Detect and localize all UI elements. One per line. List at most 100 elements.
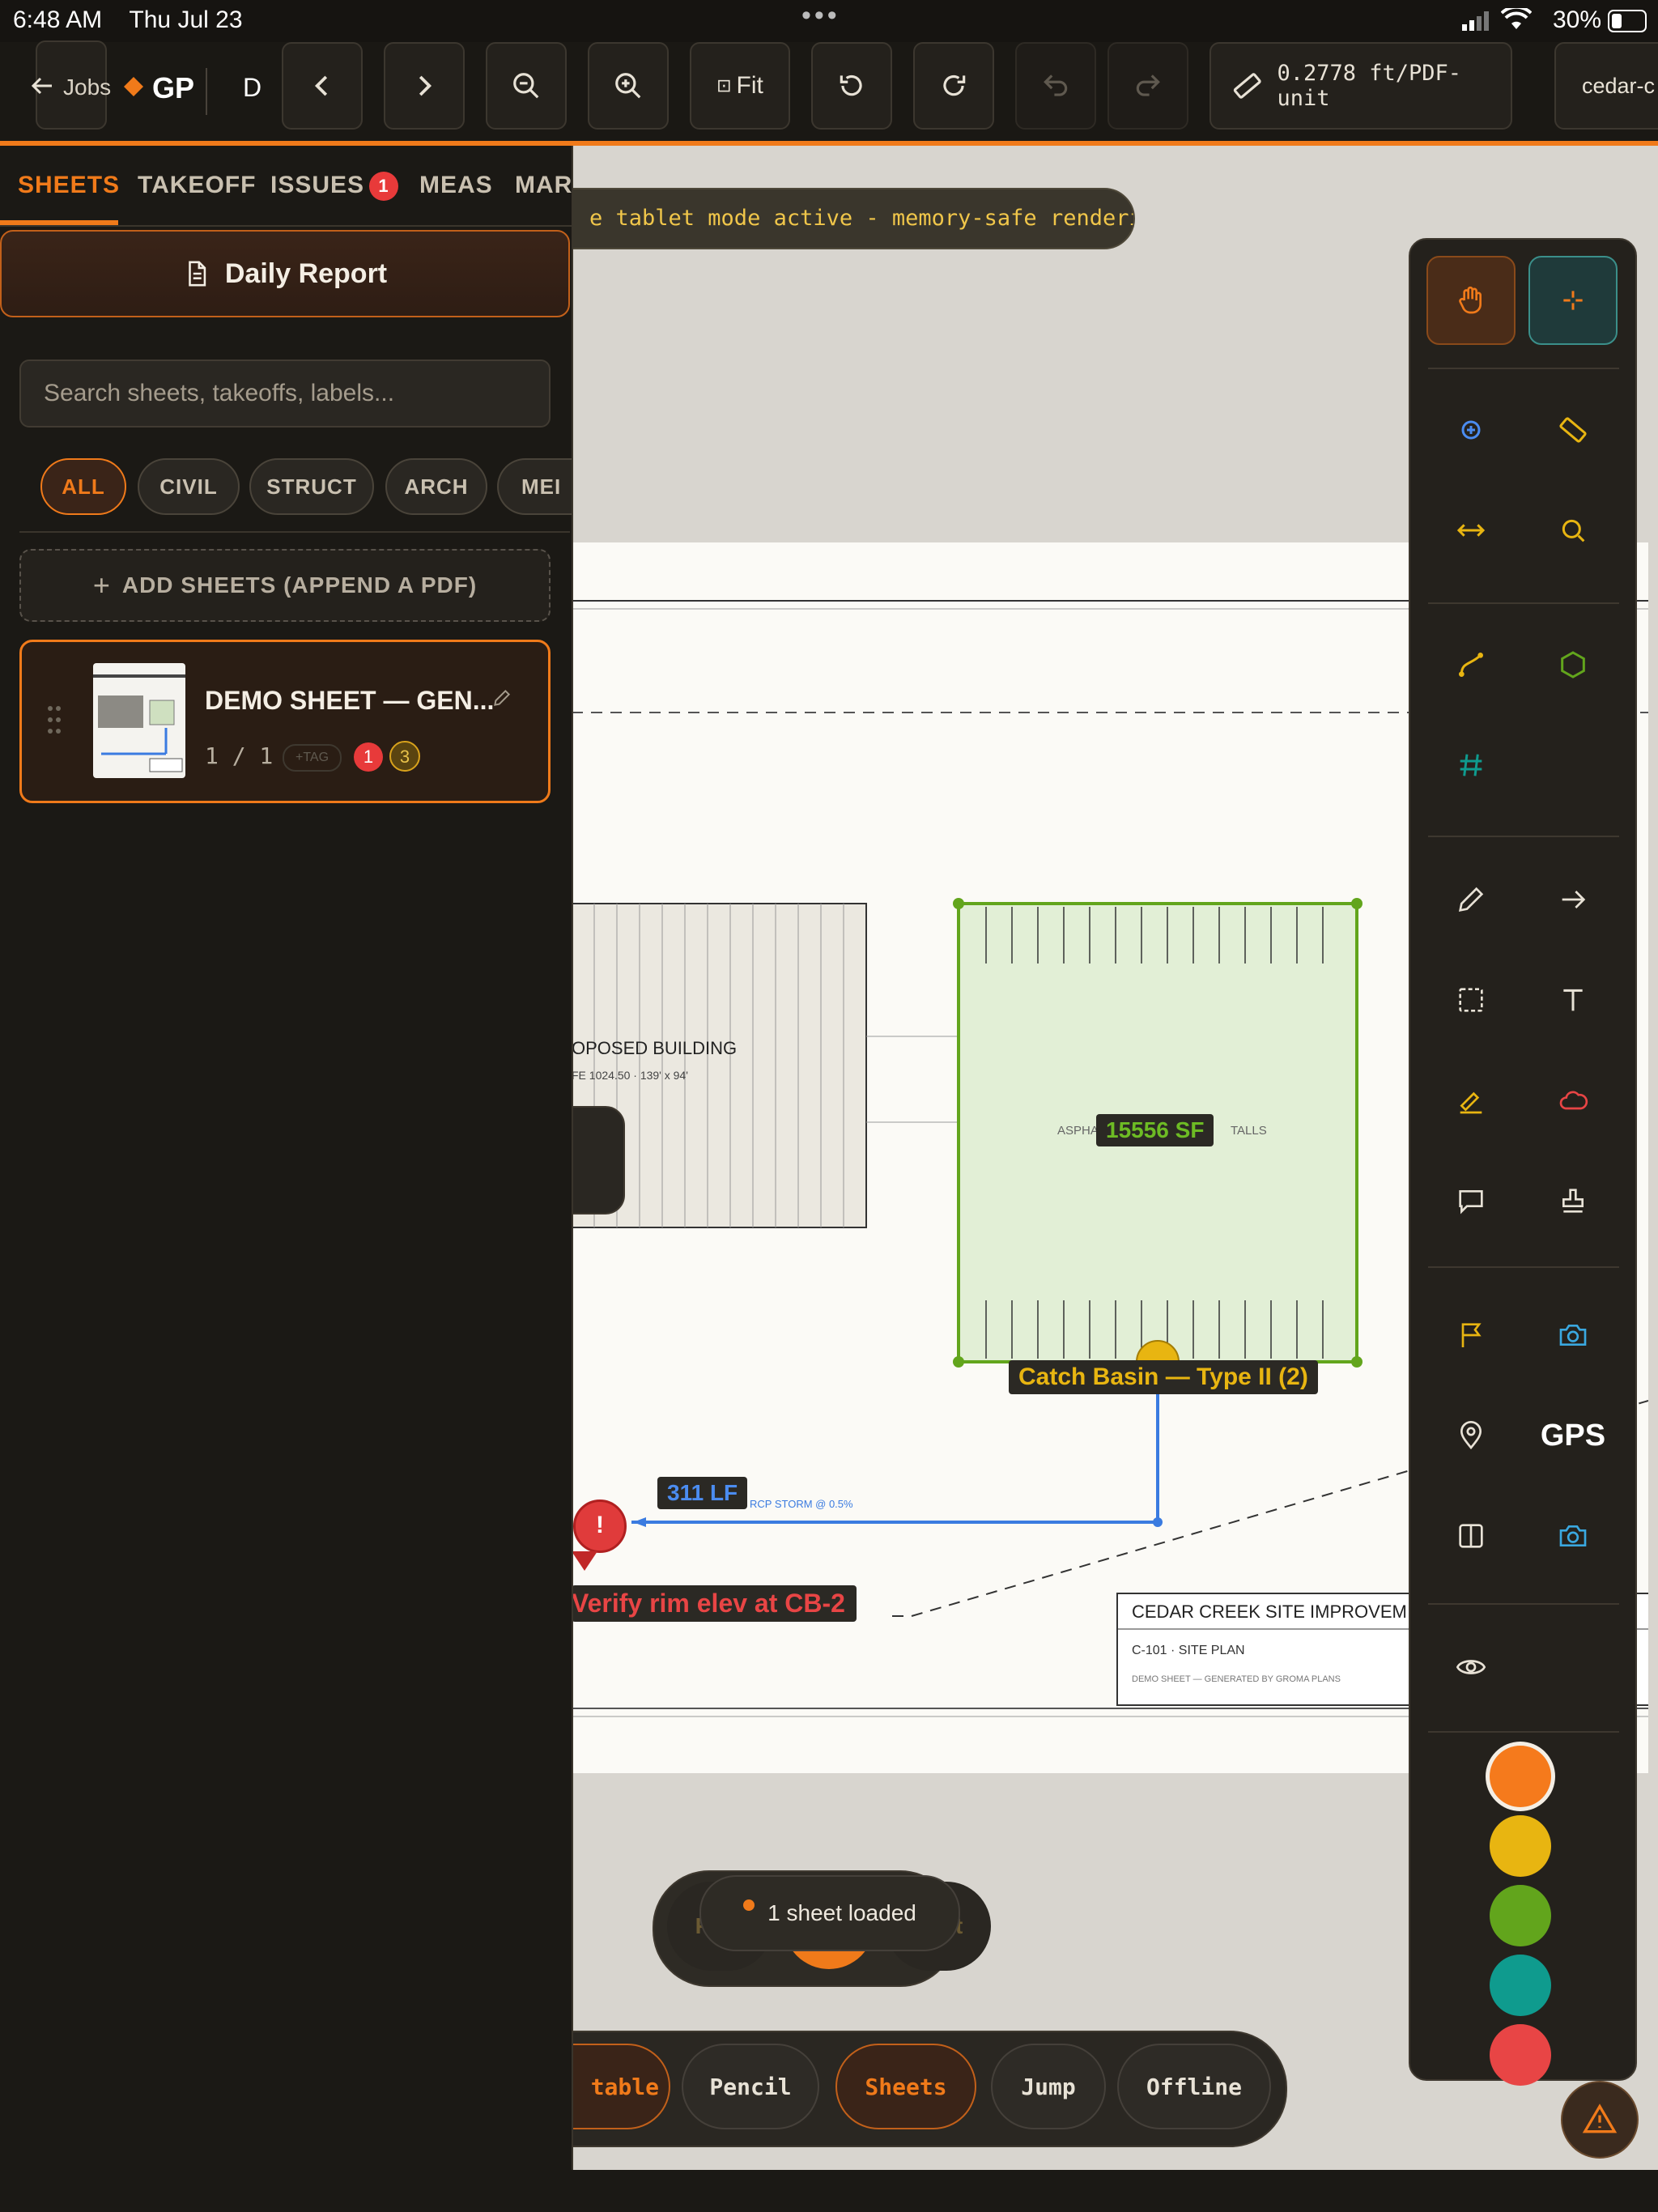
- comment-tool[interactable]: [1426, 1156, 1516, 1245]
- issue-text-label[interactable]: Verify rim elev at CB-2: [572, 1585, 857, 1622]
- color-swatch-yellow[interactable]: [1490, 1815, 1551, 1877]
- scale-button[interactable]: 0.2778 ft/PDF-unit: [1209, 42, 1512, 130]
- camera-icon: [1559, 1525, 1587, 1546]
- rotate-ccw-button[interactable]: [811, 42, 892, 130]
- filter-chip-arch[interactable]: ARCH: [385, 458, 487, 515]
- cloud-icon: [1559, 1091, 1588, 1110]
- jobs-link[interactable]: Jobs: [63, 74, 111, 100]
- sheet-issue-count: 1: [354, 742, 383, 772]
- split-view-tool[interactable]: [1426, 1491, 1516, 1580]
- color-swatch-green[interactable]: [1490, 1885, 1551, 1946]
- search-tool[interactable]: [1528, 486, 1618, 575]
- jump-button[interactable]: Jump: [991, 2044, 1106, 2129]
- location-pin-tool[interactable]: [1426, 1391, 1516, 1480]
- back-arrow-icon[interactable]: [29, 73, 55, 103]
- daily-report-label: Daily Report: [224, 257, 388, 289]
- toolbar-divider: [206, 68, 207, 115]
- rectangle-tool[interactable]: [1426, 955, 1516, 1044]
- daily-report-button[interactable]: Daily Report: [0, 230, 570, 317]
- title-block-sheet: C-101 · SITE PLAN: [1132, 1644, 1245, 1657]
- redo-button[interactable]: [1107, 42, 1188, 130]
- zoom-in-button[interactable]: [588, 42, 669, 130]
- tab-issues[interactable]: ISSUES 1: [270, 172, 399, 202]
- add-sheets-button[interactable]: + ADD SHEETS (APPEND A PDF): [19, 549, 551, 622]
- arrow-tool[interactable]: [1528, 855, 1618, 944]
- tab-issues-label: ISSUES: [270, 172, 365, 198]
- area-tool[interactable]: [1528, 620, 1618, 709]
- rotate-cw-icon: [943, 75, 966, 96]
- tab-measurements[interactable]: MEAS: [419, 172, 493, 199]
- catch-basin-label[interactable]: Catch Basin — Type II (2): [1009, 1360, 1318, 1394]
- undo-button[interactable]: [1015, 42, 1096, 130]
- photo-capture-tool[interactable]: [1528, 1491, 1618, 1580]
- gps-tool[interactable]: GPS: [1528, 1391, 1618, 1480]
- select-tool-button[interactable]: [1528, 256, 1618, 345]
- project-switch-button[interactable]: cedar-c: [1554, 42, 1658, 130]
- offline-button[interactable]: Offline: [1117, 2044, 1271, 2129]
- dimension-tool[interactable]: [1426, 486, 1516, 575]
- prev-sheet-button[interactable]: [282, 42, 363, 130]
- highlighter-tool[interactable]: [1426, 1056, 1516, 1145]
- home-indicator-bar: [0, 2170, 1658, 2212]
- ruler-icon: [1559, 417, 1587, 443]
- map-pin-icon: [1460, 1421, 1482, 1450]
- battery-icon: [1608, 10, 1647, 32]
- filter-chip-mep[interactable]: MEI: [497, 458, 572, 515]
- drag-handle-icon[interactable]: [46, 704, 62, 736]
- edit-pencil-icon[interactable]: [491, 687, 512, 713]
- fit-frame-icon: ⊡: [716, 75, 732, 96]
- length-measure-label[interactable]: 311 LF: [657, 1477, 748, 1509]
- tab-sheets[interactable]: SHEETS: [18, 172, 120, 199]
- hand-icon: [1459, 286, 1482, 314]
- cloud-tool[interactable]: [1528, 1056, 1618, 1145]
- pan-tool-button[interactable]: [1426, 256, 1516, 345]
- pencil-mode-button[interactable]: Pencil: [682, 2044, 819, 2129]
- multitask-dots[interactable]: •••: [801, 0, 840, 32]
- tab-markups[interactable]: MARK: [515, 172, 572, 199]
- add-tag-chip[interactable]: +TAG: [283, 744, 342, 772]
- filter-chip-struct[interactable]: STRUCT: [249, 458, 374, 515]
- status-bar: 6:48 AM Thu Jul 23 ••• 30%: [0, 0, 1658, 42]
- panel-collapse-handle[interactable]: [572, 1106, 625, 1214]
- sheet-thumbnail: [93, 663, 185, 778]
- speech-bubble-icon: [1459, 1190, 1483, 1214]
- ruler-tool[interactable]: [1528, 385, 1618, 474]
- sheet-card[interactable]: DEMO SHEET — GEN... 1 / 1 +TAG 1 3: [19, 640, 551, 803]
- photo-tool[interactable]: [1528, 1291, 1618, 1380]
- zoom-out-button[interactable]: [486, 42, 567, 130]
- color-swatch-teal[interactable]: [1490, 1955, 1551, 2016]
- tab-takeoff[interactable]: TAKEOFF: [138, 172, 256, 199]
- signal-icon: [1462, 10, 1490, 37]
- sheets-button[interactable]: Sheets: [835, 2044, 976, 2129]
- sheet-search-input[interactable]: [19, 359, 551, 428]
- sheet-discipline-label[interactable]: D: [243, 73, 261, 103]
- title-block-title: CEDAR CREEK SITE IMPROVEM: [1132, 1602, 1407, 1622]
- sheet-card-pages: 1 / 1: [205, 742, 274, 769]
- status-time: 6:48 AM Thu Jul 23: [13, 6, 243, 33]
- chips-divider: [19, 531, 570, 533]
- text-tool[interactable]: [1528, 955, 1618, 1044]
- point-count-tool[interactable]: [1426, 385, 1516, 474]
- filter-chip-all[interactable]: ALL: [40, 458, 126, 515]
- color-swatch-red[interactable]: [1490, 2024, 1551, 2086]
- sheets-loaded-toast: 1 sheet loaded: [699, 1875, 960, 1951]
- pencil-tool[interactable]: [1426, 855, 1516, 944]
- pipe-label: RCP STORM @ 0.5%: [750, 1498, 853, 1510]
- portable-mode-button[interactable]: table: [572, 2044, 670, 2129]
- zoom-out-icon: [513, 73, 539, 99]
- polyline-tool[interactable]: [1426, 620, 1516, 709]
- issue-pin-icon[interactable]: !: [573, 1499, 627, 1553]
- next-sheet-button[interactable]: [384, 42, 465, 130]
- color-swatch-orange[interactable]: [1490, 1746, 1551, 1807]
- area-measure-label[interactable]: 15556 SF: [1096, 1114, 1214, 1146]
- filter-chip-civil[interactable]: CIVIL: [138, 458, 240, 515]
- count-tool[interactable]: [1426, 721, 1516, 810]
- warning-button[interactable]: [1561, 2081, 1639, 2159]
- stamp-tool[interactable]: [1528, 1156, 1618, 1245]
- visibility-toggle[interactable]: [1426, 1623, 1516, 1712]
- fit-button[interactable]: ⊡ Fit: [690, 42, 790, 130]
- sheet-card-title: DEMO SHEET — GEN...: [205, 686, 495, 715]
- rotate-cw-button[interactable]: [913, 42, 994, 130]
- pencil-icon: [1458, 887, 1484, 912]
- flag-tool[interactable]: [1426, 1291, 1516, 1380]
